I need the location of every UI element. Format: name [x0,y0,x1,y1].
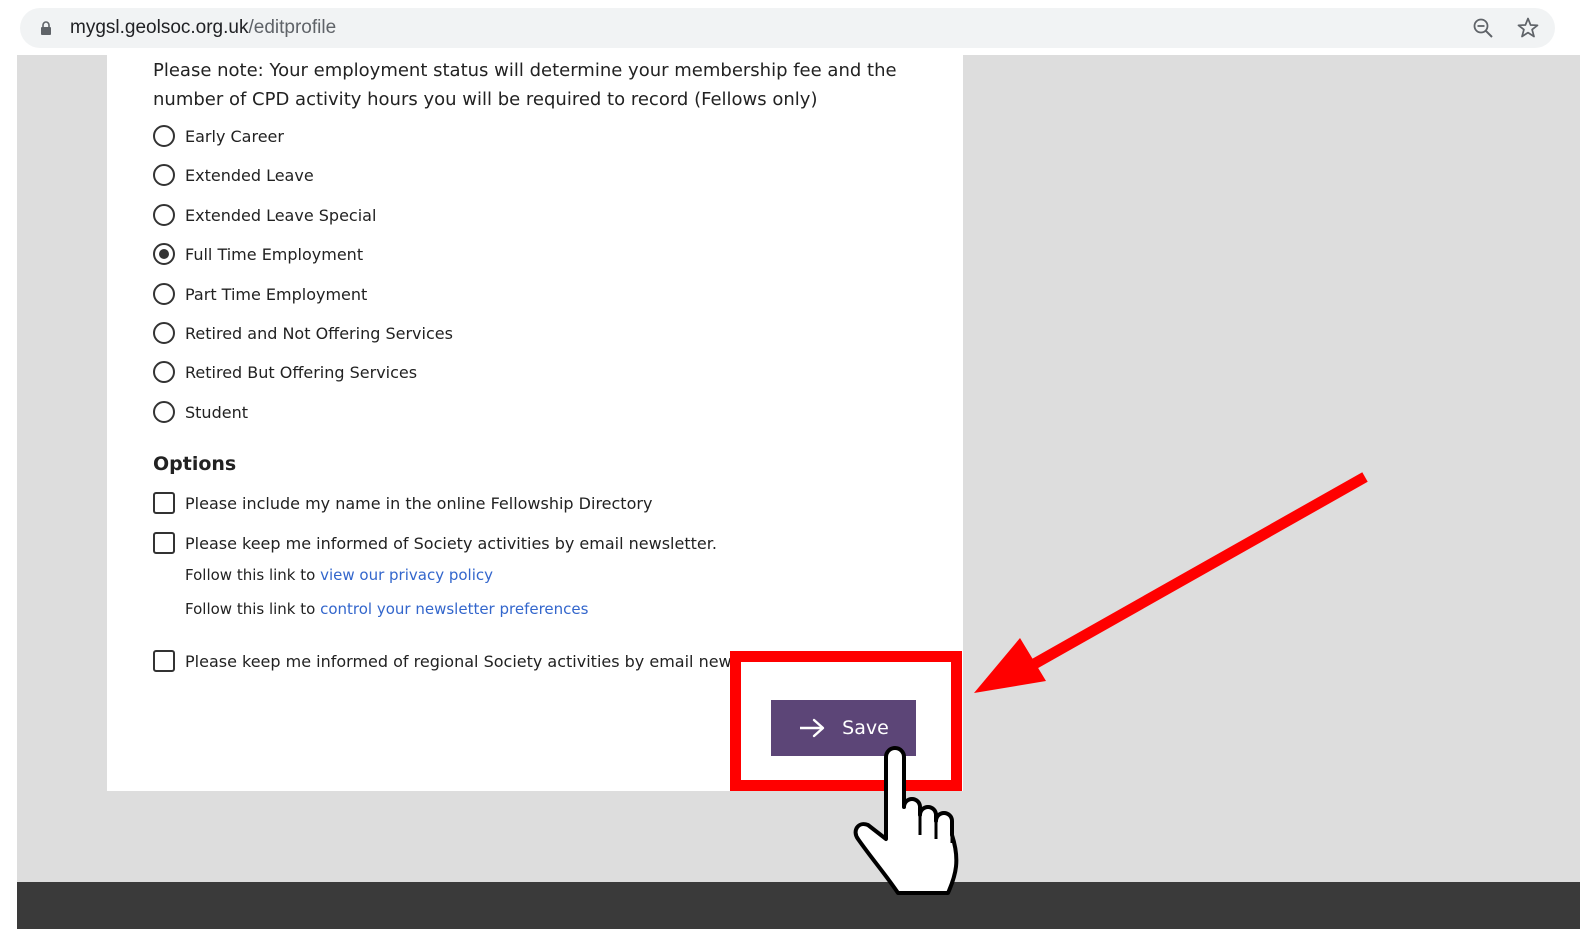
radio-label: Full Time Employment [185,244,364,264]
radio-label: Retired and Not Offering Services [185,323,453,343]
radio-button[interactable] [153,361,175,383]
radio-label: Student [185,402,248,422]
options-heading: Options [153,453,237,475]
radio-part-time-employment[interactable]: Part Time Employment [153,281,367,307]
checkbox-regional-newsletter[interactable]: Please keep me informed of regional Soci… [153,647,731,675]
url-path: /editprofile [248,17,337,38]
radio-button[interactable] [153,283,175,305]
newsletter-preferences-line: Follow this link to control your newslet… [185,600,588,618]
radio-button[interactable] [153,204,175,226]
radio-label: Part Time Employment [185,284,368,304]
radio-button[interactable] [153,164,175,186]
checkbox-email-newsletter[interactable]: Please keep me informed of Society activ… [153,530,717,556]
pointing-hand-icon [853,746,959,895]
radio-label: Early Career [185,126,284,146]
follow-prefix: Follow this link to [185,566,316,584]
url-host: mygsl.geolsoc.org.uk [70,17,249,38]
zoom-out-icon[interactable] [1472,17,1494,39]
radio-retired-offering[interactable]: Retired But Offering Services [153,359,417,385]
checkbox-label: Please keep me informed of regional Soci… [185,651,731,671]
radio-full-time-employment[interactable]: Full Time Employment [153,241,363,267]
lock-icon [41,21,51,35]
checkbox-fellowship-directory[interactable]: Please include my name in the online Fel… [153,490,652,516]
privacy-policy-link[interactable]: view our privacy policy [320,566,493,584]
radio-button[interactable] [153,322,175,344]
checkbox[interactable] [153,532,175,554]
employment-note: Please note: Your employment status will… [153,60,897,110]
address-bar[interactable]: mygsl.geolsoc.org.uk/editprofile [20,8,1555,48]
checkbox-label: Please include my name in the online Fel… [185,493,653,513]
checkbox-label: Please keep me informed of Society activ… [185,533,717,553]
radio-button-selected[interactable] [153,243,175,265]
radio-button[interactable] [153,401,175,423]
checkbox[interactable] [153,492,175,514]
radio-label: Extended Leave [185,165,314,185]
radio-retired-not-offering[interactable]: Retired and Not Offering Services [153,320,453,346]
radio-student[interactable]: Student [153,399,248,425]
newsletter-preferences-link[interactable]: control your newsletter preferences [320,600,588,618]
url-text[interactable]: mygsl.geolsoc.org.uk/editprofile [70,17,336,39]
radio-label: Extended Leave Special [185,205,377,225]
footer-bar [17,882,1580,929]
radio-label: Retired But Offering Services [185,362,418,382]
radio-extended-leave-special[interactable]: Extended Leave Special [153,202,376,228]
checkbox[interactable] [153,650,175,672]
follow-prefix: Follow this link to [185,600,316,618]
privacy-policy-line: Follow this link to view our privacy pol… [185,566,493,584]
radio-button[interactable] [153,125,175,147]
radio-early-career[interactable]: Early Career [153,123,284,149]
radio-extended-leave[interactable]: Extended Leave [153,162,314,188]
red-arrow-icon [974,472,1368,693]
star-icon[interactable] [1516,16,1540,40]
browser-viewport: mygsl.geolsoc.org.uk/editprofile Please … [0,0,1580,929]
